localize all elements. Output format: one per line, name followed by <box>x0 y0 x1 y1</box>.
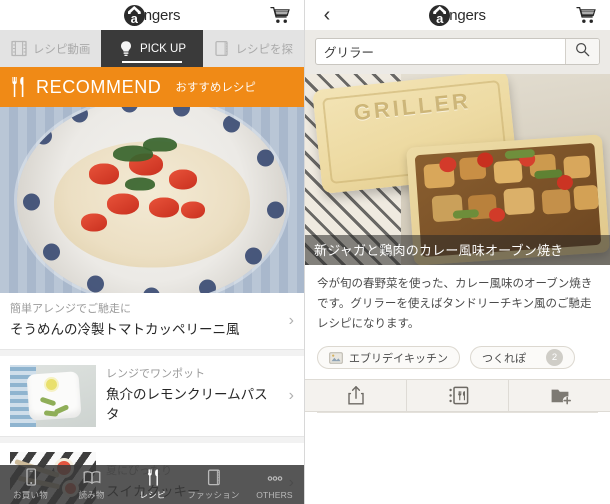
add-to-folder-button[interactable] <box>509 380 610 411</box>
search-box[interactable] <box>315 38 600 65</box>
logo-mark-icon: a <box>123 4 145 26</box>
tab-pick-up[interactable]: PICK UP <box>101 30 203 67</box>
right-app-header: ‹ a ngers <box>305 0 610 30</box>
bottom-nav-recipe[interactable]: レシピ <box>122 468 183 501</box>
tab-label: レシピ動画 <box>32 43 91 56</box>
search-input[interactable] <box>316 39 565 64</box>
back-chevron-icon[interactable]: ‹ <box>317 4 337 26</box>
app-logo[interactable]: a ngers <box>429 4 486 26</box>
logo-mark-icon: a <box>429 4 451 26</box>
recipe-title-overlay: 新ジャガと鶏肉のカレー風味オーブン焼き <box>305 235 610 265</box>
list-item-text: レンジでワンポット 魚介のレモンクリームパスタ <box>106 367 275 424</box>
app-logo[interactable]: a ngers <box>123 4 181 26</box>
segmented-tabbar[interactable]: レシピ動画 PICK UP レシピを探 <box>0 30 304 67</box>
cart-icon[interactable] <box>270 6 290 24</box>
bottom-nav-others[interactable]: OTHERS <box>244 469 304 500</box>
chip-label: エブリデイキッチン <box>349 352 448 365</box>
recipe-action-bar[interactable] <box>305 379 610 413</box>
plate-shape <box>17 107 287 293</box>
bottom-nav-label: レシピ <box>139 490 166 500</box>
chip-tsukurepo[interactable]: つくれぽ 2 <box>470 346 575 370</box>
screenshot-comparison: a ngers レシピ動画 PICK UP レシピを探 RECOMMEND おす… <box>0 0 610 504</box>
list-item-thumbnail <box>10 364 96 427</box>
search-icon <box>575 42 590 62</box>
right-screen: ‹ a ngers グリラー GRILLER 新ジャガと鶏肉のカレー風味オーブン… <box>305 0 610 504</box>
left-screen: a ngers レシピ動画 PICK UP レシピを探 RECOMMEND おす… <box>0 0 305 504</box>
chip-everyday-kitchen[interactable]: エブリデイキッチン <box>317 346 460 370</box>
handbag-icon <box>205 468 223 487</box>
ellipsis-icon <box>266 469 284 488</box>
recommend-title-en: RECOMMEND <box>36 76 162 97</box>
share-icon <box>346 385 366 406</box>
list-item-text: 簡単アレンジでご馳走に そうめんの冷製トマトカッペリーニ風 <box>10 302 275 340</box>
tab-label: レシピを探 <box>235 43 294 56</box>
recommend-hero-image[interactable] <box>0 107 304 293</box>
bottom-nav-label: 読み物 <box>78 490 105 500</box>
recipe-tag-chips: エブリデイキッチン つくれぽ 2 <box>305 346 610 379</box>
fork-knife-icon <box>144 468 162 487</box>
recipe-description: 今が旬の春野菜を使った、カレー風味のオーブン焼きです。グリラーを使えばタンドリー… <box>317 278 593 330</box>
bottom-nav-label: お買い物 <box>13 490 48 500</box>
content-divider <box>317 412 598 414</box>
bottom-nav-reading[interactable]: 読み物 <box>61 468 122 501</box>
folder-plus-icon <box>550 385 572 406</box>
logo-text: ngers <box>143 6 181 24</box>
bottom-nav-label: OTHERS <box>256 490 293 500</box>
search-button[interactable] <box>565 39 599 64</box>
tab-label: PICK UP <box>139 42 186 55</box>
tab-recipe-video[interactable]: レシピ動画 <box>0 30 101 67</box>
logo-text: ngers <box>449 6 486 24</box>
recipe-note-button[interactable] <box>407 380 509 412</box>
recipe-book-icon <box>448 385 468 406</box>
list-item[interactable]: 簡単アレンジでご馳走に そうめんの冷製トマトカッペリーニ風 › <box>0 293 304 350</box>
chevron-right-icon: › <box>288 311 294 329</box>
chip-count-badge: 2 <box>546 349 563 367</box>
bottom-nav-shopping[interactable]: お買い物 <box>0 468 61 501</box>
tab-search-recipe[interactable]: レシピを探 <box>203 30 304 67</box>
film-icon <box>11 40 27 57</box>
photo-card-icon <box>329 351 343 364</box>
lightbulb-icon <box>118 40 134 57</box>
chevron-right-icon: › <box>288 386 294 404</box>
list-item-title: そうめんの冷製トマトカッペリーニ風 <box>10 322 240 338</box>
search-area <box>305 30 610 74</box>
recommend-banner: RECOMMEND おすすめレシピ <box>0 67 304 107</box>
list-item-subtitle: レンジでワンポット <box>106 368 205 381</box>
recommend-title-jp: おすすめレシピ <box>175 82 256 94</box>
tab-active-underline <box>121 61 183 63</box>
list-item[interactable]: レンジでワンポット 魚介のレモンクリームパスタ › <box>0 355 304 437</box>
griller-brand-text: GRILLER <box>352 88 473 126</box>
cart-icon[interactable] <box>576 6 596 24</box>
bottom-nav-label: ファッション <box>187 490 240 500</box>
book-icon <box>214 40 230 57</box>
bottom-navigation[interactable]: お買い物 読み物 レシピ ファッション OTHERS <box>0 465 304 504</box>
bottom-nav-fashion[interactable]: ファッション <box>183 468 244 501</box>
fork-knife-icon <box>11 76 26 98</box>
list-item-subtitle: 簡単アレンジでご馳走に <box>10 303 131 315</box>
smartphone-icon <box>22 468 40 487</box>
list-item-title: 魚介のレモンクリームパスタ <box>106 387 268 422</box>
open-book-icon <box>83 468 101 487</box>
recipe-hero-image[interactable]: GRILLER 新ジャガと鶏肉のカレー風味オーブン焼き <box>305 74 610 265</box>
share-button[interactable] <box>305 380 407 412</box>
left-app-header: a ngers <box>0 0 304 30</box>
chip-label: つくれぽ <box>482 352 526 365</box>
